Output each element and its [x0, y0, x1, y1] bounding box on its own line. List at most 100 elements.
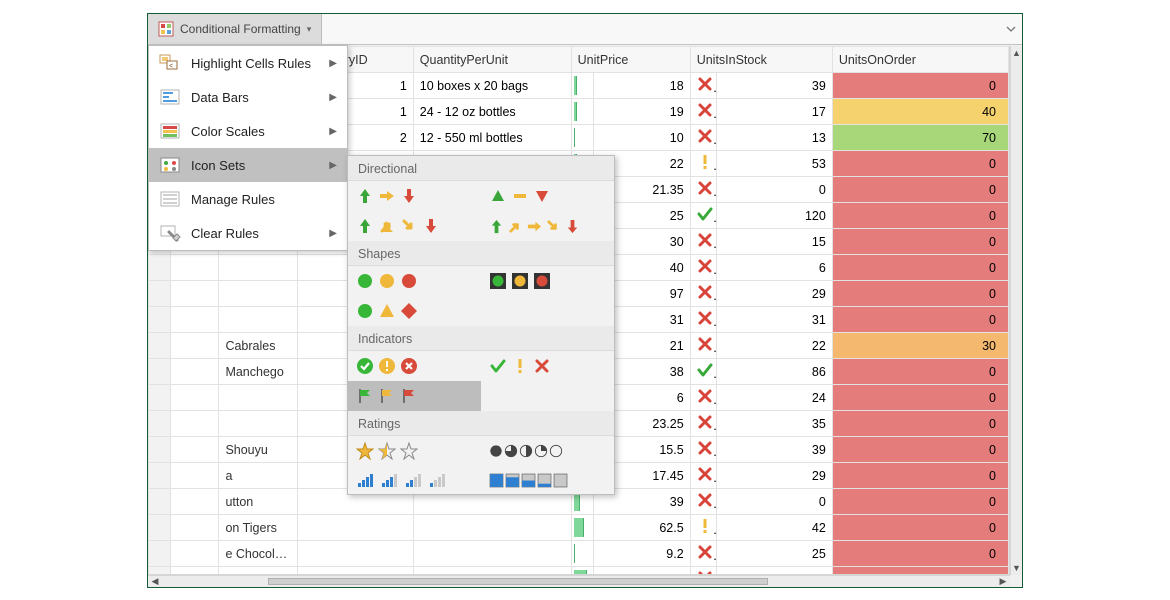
cell-stock[interactable]: 22	[717, 333, 832, 359]
table-row[interactable]: ney's 81 400	[149, 567, 1009, 576]
row-selector[interactable]	[149, 411, 171, 437]
cell-name[interactable]: Shouyu	[219, 437, 298, 463]
cell-stock[interactable]: 39	[717, 73, 832, 99]
cell-stock[interactable]: 29	[717, 281, 832, 307]
row-selector[interactable]	[149, 307, 171, 333]
cell-name[interactable]: on Tigers	[219, 515, 298, 541]
cell-id[interactable]	[170, 359, 219, 385]
cell-price[interactable]: 62.5	[593, 515, 690, 541]
row-selector[interactable]	[149, 333, 171, 359]
cell-order[interactable]: 0	[832, 177, 1008, 203]
cell-price[interactable]: 10	[593, 125, 690, 151]
conditional-formatting-button[interactable]: Conditional Formatting ▾	[148, 14, 322, 44]
cell-category[interactable]	[298, 515, 413, 541]
cell-stock[interactable]: 120	[717, 203, 832, 229]
horizontal-scrollbar[interactable]: ◀ ▶	[148, 575, 1010, 587]
cell-order[interactable]: 0	[832, 73, 1008, 99]
cell-name[interactable]: utton	[219, 489, 298, 515]
iconset-5-arrows-colored[interactable]	[481, 211, 614, 241]
cell-order[interactable]: 0	[832, 567, 1008, 576]
cell-stock[interactable]: 15	[717, 229, 832, 255]
cell-id[interactable]	[170, 541, 219, 567]
cell-id[interactable]	[170, 411, 219, 437]
iconset-3-symbols[interactable]	[481, 351, 614, 381]
cell-order[interactable]: 0	[832, 229, 1008, 255]
cell-name[interactable]: Manchego	[219, 359, 298, 385]
cell-qpu[interactable]	[413, 541, 571, 567]
cell-id[interactable]	[170, 515, 219, 541]
cell-id[interactable]	[170, 437, 219, 463]
iconset-3-arrows-colored[interactable]	[348, 181, 481, 211]
cell-order[interactable]: 40	[832, 99, 1008, 125]
cell-order[interactable]: 0	[832, 359, 1008, 385]
header-qpu[interactable]: QuantityPerUnit	[413, 47, 571, 73]
cell-id[interactable]	[170, 567, 219, 576]
cell-stock[interactable]: 35	[717, 411, 832, 437]
cell-stock[interactable]: 17	[717, 99, 832, 125]
cell-stock[interactable]: 24	[717, 385, 832, 411]
cell-stock[interactable]: 0	[717, 489, 832, 515]
cell-id[interactable]	[170, 333, 219, 359]
header-order[interactable]: UnitsOnOrder	[832, 47, 1008, 73]
cell-order[interactable]: 0	[832, 463, 1008, 489]
cell-order[interactable]: 0	[832, 255, 1008, 281]
row-selector[interactable]	[149, 437, 171, 463]
cell-stock[interactable]: 6	[717, 255, 832, 281]
cell-id[interactable]	[170, 255, 219, 281]
cell-name[interactable]: ney's	[219, 567, 298, 576]
iconset-3-traffic-lights-rimmed[interactable]	[481, 266, 614, 296]
iconset-3-symbols-circled[interactable]	[348, 351, 481, 381]
cell-order[interactable]: 0	[832, 151, 1008, 177]
menu-highlight-cells[interactable]: < Highlight Cells Rules ▶	[149, 46, 347, 80]
cell-id[interactable]	[170, 463, 219, 489]
cell-stock[interactable]: 53	[717, 151, 832, 177]
menu-manage-rules[interactable]: Manage Rules	[149, 182, 347, 216]
cell-price[interactable]: 19	[593, 99, 690, 125]
menu-clear-rules[interactable]: Clear Rules ▶	[149, 216, 347, 250]
cell-stock[interactable]: 40	[717, 567, 832, 576]
row-selector[interactable]	[149, 489, 171, 515]
iconset-4-ratings-bars[interactable]	[348, 466, 481, 494]
cell-order[interactable]: 0	[832, 203, 1008, 229]
cell-category[interactable]	[298, 541, 413, 567]
menu-data-bars[interactable]: Data Bars ▶	[149, 80, 347, 114]
cell-stock[interactable]: 42	[717, 515, 832, 541]
cell-price[interactable]: 9.2	[593, 541, 690, 567]
iconset-3-stars[interactable]	[348, 436, 481, 466]
cell-name[interactable]	[219, 411, 298, 437]
cell-name[interactable]	[219, 281, 298, 307]
vertical-scrollbar[interactable]: ▲ ▼	[1010, 46, 1022, 575]
cell-category[interactable]	[298, 567, 413, 576]
menu-icon-sets[interactable]: Icon Sets ▶	[149, 148, 347, 182]
cell-stock[interactable]: 31	[717, 307, 832, 333]
header-price[interactable]: UnitPrice	[571, 47, 690, 73]
toolbar-overflow-icon[interactable]	[1000, 14, 1022, 44]
header-stock[interactable]: UnitsInStock	[690, 47, 832, 73]
row-selector[interactable]	[149, 359, 171, 385]
cell-stock[interactable]: 29	[717, 463, 832, 489]
cell-price[interactable]: 81	[593, 567, 690, 576]
cell-stock[interactable]: 25	[717, 541, 832, 567]
iconset-3-triangles[interactable]	[481, 181, 614, 211]
cell-qpu[interactable]	[413, 515, 571, 541]
iconset-5-boxes[interactable]	[481, 466, 614, 494]
cell-stock[interactable]: 0	[717, 177, 832, 203]
row-selector[interactable]	[149, 515, 171, 541]
scroll-right-icon[interactable]: ▶	[996, 576, 1010, 587]
cell-qpu[interactable]	[413, 567, 571, 576]
cell-id[interactable]	[170, 489, 219, 515]
scroll-left-icon[interactable]: ◀	[148, 576, 162, 587]
cell-name[interactable]: a	[219, 463, 298, 489]
cell-name[interactable]	[219, 255, 298, 281]
cell-order[interactable]: 0	[832, 385, 1008, 411]
cell-stock[interactable]: 86	[717, 359, 832, 385]
cell-name[interactable]	[219, 307, 298, 333]
cell-order[interactable]: 0	[832, 541, 1008, 567]
cell-stock[interactable]: 13	[717, 125, 832, 151]
cell-id[interactable]	[170, 385, 219, 411]
menu-color-scales[interactable]: Color Scales ▶	[149, 114, 347, 148]
row-selector[interactable]	[149, 463, 171, 489]
row-selector[interactable]	[149, 567, 171, 576]
cell-order[interactable]: 0	[832, 411, 1008, 437]
cell-qpu[interactable]: 24 - 12 oz bottles	[413, 99, 571, 125]
